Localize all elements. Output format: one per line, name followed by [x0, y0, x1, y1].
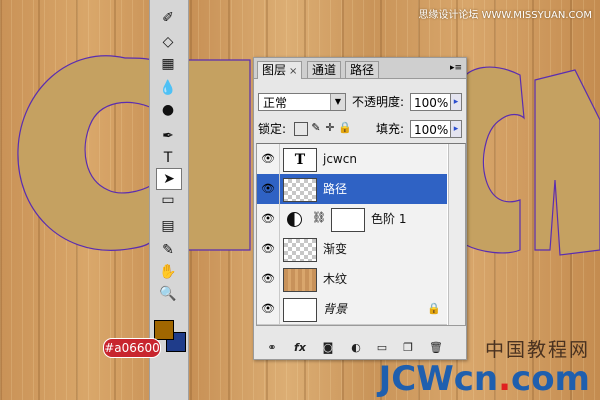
type-icon[interactable]: T — [156, 148, 180, 168]
layer-row[interactable]: 👁 T jcwcn — [257, 144, 447, 175]
layer-row[interactable]: 👁 渐变 — [257, 234, 447, 265]
chevron-down-icon[interactable]: ▼ — [330, 94, 345, 110]
blend-mode-value: 正常 — [263, 96, 288, 110]
fill-label: 填充: — [376, 122, 405, 136]
tab-paths-label: 路径 — [350, 63, 375, 77]
layer-thumbnail — [283, 298, 317, 322]
fill-slider-arrow-icon[interactable]: ▸ — [450, 120, 462, 138]
watermark-top: 思缘设计论坛 WWW.MISSYUAN.COM — [418, 10, 592, 21]
layer-name: 色阶 1 — [371, 212, 407, 226]
tab-layers[interactable]: 图层 × — [257, 61, 303, 79]
tab-channels[interactable]: 通道 — [307, 61, 342, 78]
watermark-en-dot: . — [498, 359, 512, 399]
layer-row[interactable]: 👁 ⛓ 色阶 1 — [257, 204, 447, 235]
link-layers-icon[interactable]: ⚭ — [264, 340, 280, 356]
layer-row-selected[interactable]: 👁 路径 — [257, 174, 447, 205]
dodge-icon[interactable]: ● — [156, 100, 180, 120]
tab-close-icon[interactable]: × — [289, 66, 297, 77]
letter-c2 — [465, 66, 525, 254]
layer-row[interactable]: 👁 背景 🔒 — [257, 294, 447, 325]
path-selection-icon[interactable]: ➤ — [156, 168, 182, 190]
new-group-icon[interactable]: ▭ — [374, 340, 390, 356]
add-mask-icon[interactable]: ◙ — [320, 340, 336, 356]
lock-label: 锁定: — [258, 122, 287, 136]
layer-row[interactable]: 👁 木纹 — [257, 264, 447, 295]
fill-input[interactable]: 100% — [410, 120, 452, 138]
notes-icon[interactable]: ▤ — [156, 216, 180, 236]
layer-name: 背景 — [323, 302, 348, 316]
letter-n — [534, 69, 600, 256]
link-chain-icon[interactable]: ⛓ — [312, 211, 326, 224]
layer-thumbnail — [283, 178, 317, 202]
watermark-en-a: JCWcn — [378, 359, 499, 399]
lock-all-icon[interactable]: 🔒 — [338, 122, 352, 134]
blur-icon[interactable]: 💧 — [156, 78, 180, 98]
layer-style-fx-icon[interactable]: fx — [292, 340, 308, 356]
letter-w — [186, 59, 251, 251]
eye-icon[interactable]: 👁 — [257, 294, 280, 324]
eraser-icon[interactable]: ◇ — [156, 32, 180, 52]
lock-transparent-icon[interactable] — [294, 122, 308, 136]
eye-icon[interactable]: 👁 — [257, 144, 280, 174]
eye-icon[interactable]: 👁 — [257, 264, 280, 294]
eyedropper-icon[interactable]: ✎ — [156, 240, 180, 260]
eye-icon[interactable]: 👁 — [257, 204, 280, 234]
blend-opacity-row: 正常 ▼ 不透明度: 100% ▸ — [258, 93, 462, 113]
foreground-color-swatch[interactable] — [154, 320, 174, 340]
tab-paths[interactable]: 路径 — [345, 61, 380, 78]
panel-bottom-bar: ⚭ fx ◙ ◐ ▭ ❐ 🗑 — [254, 337, 466, 359]
pen-icon[interactable]: ✒ — [156, 126, 180, 146]
watermark-en: JCWcn.com — [379, 362, 590, 396]
layers-list: 👁 T jcwcn 👁 路径 👁 ⛓ 色阶 1 👁 渐变 👁 木纹 👁 背景 🔒 — [256, 143, 466, 326]
layer-mask-thumbnail[interactable] — [331, 208, 365, 232]
zoom-icon[interactable]: 🔍 — [156, 284, 180, 304]
blend-mode-select[interactable]: 正常 ▼ — [258, 93, 346, 111]
layer-name: 路径 — [323, 182, 348, 196]
lock-fill-row: 锁定: ✎ ✛ 🔒 填充: 100% ▸ — [258, 120, 462, 140]
tab-channels-label: 通道 — [312, 63, 337, 77]
adjustment-layer-icon[interactable]: ◐ — [348, 340, 364, 356]
layer-name: 木纹 — [323, 272, 348, 286]
gradient-icon[interactable]: ▦ — [156, 54, 180, 74]
history-brush-icon[interactable]: ✐ — [156, 8, 180, 28]
layer-name: 渐变 — [323, 242, 348, 256]
adjustment-layer-icon — [287, 212, 302, 227]
text-layer-thumbnail: T — [283, 148, 317, 172]
panel-tabs: 图层 × 通道 路径 ▸≡ — [254, 58, 466, 79]
color-hex-tag: #a06600 — [103, 338, 161, 358]
opacity-slider-arrow-icon[interactable]: ▸ — [450, 93, 462, 111]
layer-thumbnail — [283, 268, 317, 292]
eye-icon[interactable]: 👁 — [257, 234, 280, 264]
shape-icon[interactable]: ▭ — [156, 190, 180, 210]
letter-c — [17, 55, 153, 251]
hand-icon[interactable]: ✋ — [156, 262, 180, 282]
lock-pixels-icon[interactable]: ✎ — [310, 122, 322, 134]
watermark-en-b: com — [511, 359, 590, 399]
lock-position-icon[interactable]: ✛ — [324, 122, 336, 134]
layer-name: jcwcn — [323, 152, 357, 166]
lock-icon: 🔒 — [427, 302, 441, 315]
layers-scrollbar[interactable] — [448, 144, 465, 325]
tab-layers-label: 图层 — [262, 63, 287, 77]
panel-menu-icon[interactable]: ▸≡ — [450, 63, 462, 73]
layers-panel: 图层 × 通道 路径 ▸≡ 正常 ▼ 不透明度: 100% ▸ 锁定: ✎ ✛ 🔒 … — [253, 57, 467, 360]
delete-layer-icon[interactable]: 🗑 — [428, 340, 444, 356]
opacity-input[interactable]: 100% — [410, 93, 452, 111]
eye-icon[interactable]: 👁 — [257, 174, 280, 204]
layer-thumbnail — [283, 238, 317, 262]
opacity-label: 不透明度: — [352, 95, 405, 109]
new-layer-icon[interactable]: ❐ — [400, 340, 416, 356]
